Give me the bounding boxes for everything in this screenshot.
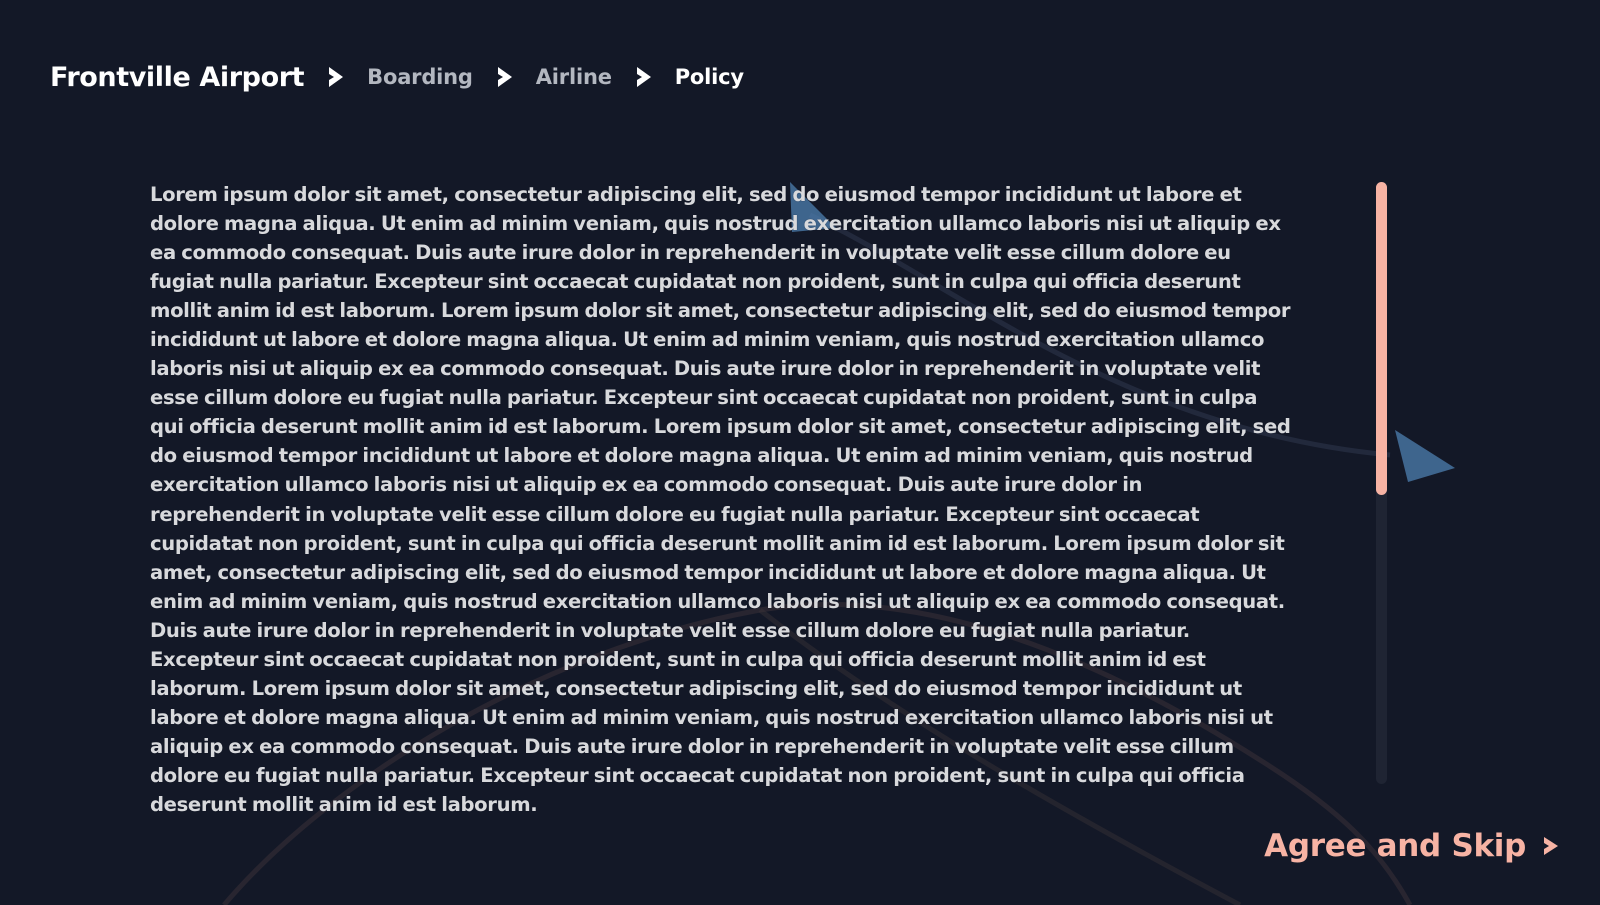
- breadcrumb-item-boarding[interactable]: Boarding: [367, 65, 473, 89]
- breadcrumb: Frontville Airport Boarding Airline Poli…: [50, 52, 744, 102]
- breadcrumb-root[interactable]: Frontville Airport: [50, 62, 305, 93]
- agree-and-skip-label: Agree and Skip: [1264, 828, 1526, 864]
- chevron-right-icon: [636, 67, 651, 87]
- policy-text: Lorem ipsum dolor sit amet, consectetur …: [150, 183, 1291, 816]
- policy-screen: Frontville Airport Boarding Airline Poli…: [0, 0, 1600, 905]
- plane-icon: [1395, 430, 1455, 482]
- scrollbar-thumb[interactable]: [1376, 182, 1387, 495]
- breadcrumb-current-policy: Policy: [674, 65, 744, 89]
- chevron-right-icon: [329, 67, 344, 87]
- agree-and-skip-button[interactable]: Agree and Skip: [1264, 826, 1560, 866]
- policy-scrollbar[interactable]: [1376, 182, 1387, 784]
- chevron-right-icon: [497, 67, 512, 87]
- breadcrumb-item-airline[interactable]: Airline: [536, 65, 612, 89]
- chevron-right-icon: [1544, 837, 1558, 855]
